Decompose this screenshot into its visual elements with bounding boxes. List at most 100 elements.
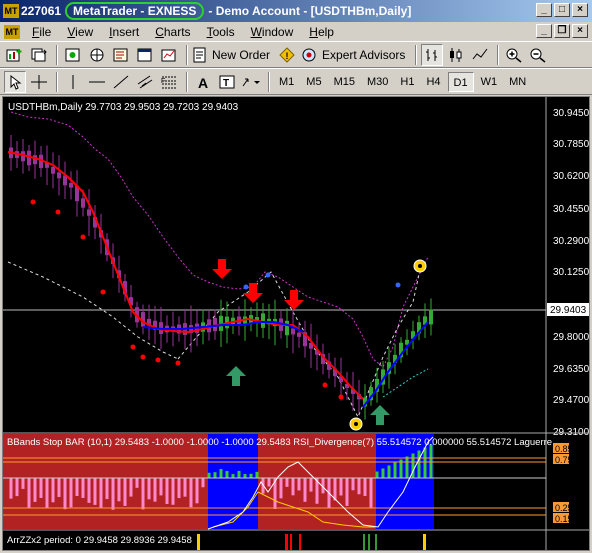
timeframe-d1[interactable]: D1 <box>447 71 474 92</box>
cursor-icon[interactable] <box>4 70 26 93</box>
histogram-bar <box>117 478 121 502</box>
histogram-bar <box>129 478 133 497</box>
maximize-button[interactable]: □ <box>554 3 570 17</box>
histogram-bar <box>147 478 151 500</box>
zoom-out-icon[interactable] <box>527 44 549 66</box>
zigzag-high-center <box>418 264 422 268</box>
expert-advisors-icon <box>302 48 316 61</box>
level-label: 0.75 <box>555 455 573 465</box>
level-label: 0.25 <box>555 503 573 513</box>
histogram-bar <box>381 468 385 478</box>
text-label-icon[interactable]: T <box>216 71 238 93</box>
histogram-bar <box>183 478 187 497</box>
histogram-bar <box>51 478 55 503</box>
stop-dot <box>175 360 181 366</box>
timeframe-m15[interactable]: M15 <box>329 72 360 92</box>
menu-tools[interactable]: Tools <box>199 25 243 39</box>
chart-window[interactable]: USDTHBm,Daily 29.7703 29.9503 29.7203 29… <box>2 96 590 551</box>
mdi-minimize-button[interactable]: _ <box>536 24 552 38</box>
timeframe-w1[interactable]: W1 <box>476 72 503 92</box>
svg-text:F: F <box>161 78 165 85</box>
histogram-bar <box>21 478 25 489</box>
zigzag-marker <box>423 534 426 550</box>
menu-file[interactable]: File <box>24 25 59 39</box>
mdi-close-button[interactable]: × <box>572 24 588 38</box>
menu-view[interactable]: View <box>59 25 101 39</box>
data-window-icon[interactable] <box>86 44 108 66</box>
toolbar-separator <box>497 44 500 65</box>
indicator-header: BBands Stop BAR (10,1) 29.5483 -1.0000 -… <box>7 437 552 448</box>
toolbar-separator <box>56 44 58 65</box>
timeframe-h1[interactable]: H1 <box>395 72 419 92</box>
menu-charts[interactable]: Charts <box>147 25 198 39</box>
main-pane[interactable] <box>3 97 589 433</box>
timeframe-m30[interactable]: M30 <box>362 72 393 92</box>
strategy-tester-icon[interactable] <box>158 44 180 66</box>
timeframe-mn[interactable]: MN <box>504 72 531 92</box>
histogram-bar <box>363 478 367 497</box>
histogram-bar <box>57 478 61 498</box>
bar-chart-icon[interactable] <box>421 43 444 66</box>
buy-signal-marker <box>363 534 365 550</box>
price-label: 30.2900 <box>553 236 589 247</box>
navigator-icon[interactable] <box>110 44 132 66</box>
fibonacci-icon[interactable]: F <box>158 71 180 93</box>
line-chart-icon[interactable] <box>469 44 491 66</box>
close-button[interactable]: × <box>572 3 588 17</box>
arrows-dropdown-icon[interactable] <box>240 71 262 93</box>
horizontal-line-icon[interactable] <box>86 71 108 93</box>
chart-canvas[interactable]: USDTHBm,Daily 29.7703 29.9503 29.7203 29… <box>3 97 589 550</box>
histogram-bar <box>255 471 259 478</box>
histogram-bar <box>243 473 247 478</box>
svg-text:!: ! <box>286 51 289 61</box>
price-label: 30.6200 <box>553 171 589 182</box>
histogram-bar <box>111 478 115 510</box>
timeframe-h4[interactable]: H4 <box>421 72 445 92</box>
stop-dot <box>55 209 61 215</box>
histogram-bar <box>237 470 241 478</box>
chart-header: USDTHBm,Daily 29.7703 29.9503 29.7203 29… <box>8 102 239 113</box>
histogram-bar <box>357 478 361 495</box>
mdi-restore-button[interactable]: ❐ <box>554 24 570 38</box>
window-title-rest: - Demo Account - [USDTHBm,Daily] <box>208 4 412 18</box>
bar-body <box>429 309 433 325</box>
vertical-line-icon[interactable] <box>62 71 84 93</box>
menu-help[interactable]: Help <box>301 25 342 39</box>
menu-insert[interactable]: Insert <box>101 25 147 39</box>
timeframe-m5[interactable]: M5 <box>301 72 326 92</box>
svg-text:A: A <box>198 75 208 90</box>
standard-toolbar: New Order ! Expert Advisors <box>0 41 592 68</box>
text-tool-icon[interactable]: A <box>192 71 214 93</box>
minimize-button[interactable]: _ <box>536 3 552 17</box>
stop-dot <box>80 234 86 240</box>
histogram-bar <box>93 478 97 505</box>
bar-body <box>51 166 55 174</box>
sell-signal-marker <box>299 534 301 550</box>
menu-window[interactable]: Window <box>243 25 302 39</box>
market-watch-icon[interactable] <box>62 44 84 66</box>
terminal-icon[interactable] <box>134 44 156 66</box>
new-order-button[interactable]: New Order <box>192 44 270 66</box>
histogram-bar <box>309 478 313 492</box>
timeframe-m1[interactable]: M1 <box>274 72 299 92</box>
trendline-icon[interactable] <box>110 71 132 93</box>
histogram-bar <box>165 478 169 505</box>
profiles-icon[interactable] <box>28 44 50 66</box>
new-chart-icon[interactable] <box>4 44 26 66</box>
toolbar-separator <box>415 44 418 65</box>
channel-icon[interactable] <box>134 71 156 93</box>
histogram-bar <box>219 469 223 478</box>
crosshair-icon[interactable] <box>28 71 50 93</box>
expert-advisors-button[interactable]: Expert Advisors <box>300 44 405 66</box>
histogram-bar <box>231 474 235 478</box>
bar-body <box>69 183 73 188</box>
toolbar-separator <box>186 71 188 92</box>
histogram-bar <box>207 472 211 478</box>
zoom-in-icon[interactable] <box>503 44 525 66</box>
histogram-bar <box>123 478 127 506</box>
bar-body <box>81 198 85 208</box>
metaeditor-icon[interactable]: ! <box>276 44 298 66</box>
histogram-bar <box>249 473 253 478</box>
candlestick-icon[interactable] <box>445 44 467 66</box>
histogram-bar <box>141 478 145 510</box>
